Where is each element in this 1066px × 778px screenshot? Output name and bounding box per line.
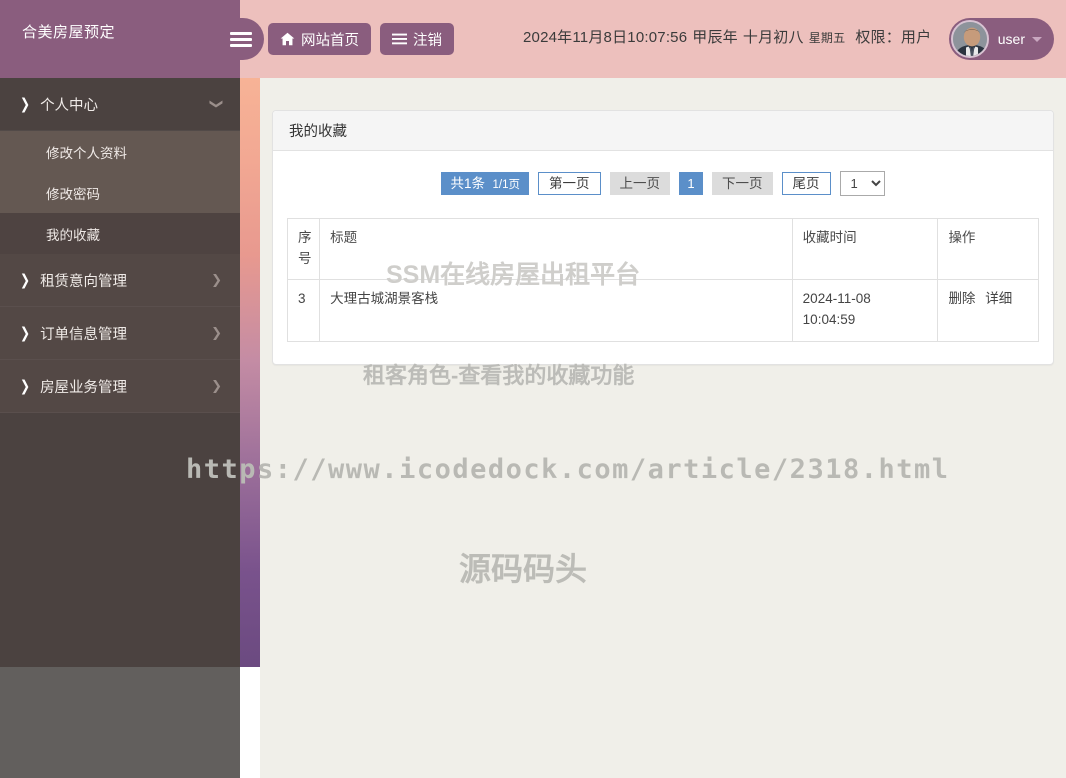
detail-link[interactable]: 详细 — [985, 291, 1012, 306]
home-icon — [280, 32, 295, 46]
column-header-actions: 操作 — [937, 218, 1039, 280]
logout-button[interactable]: 注销 — [380, 23, 454, 55]
first-page-button[interactable]: 第一页 — [538, 172, 601, 195]
sidebar-group-label: 租赁意向管理 — [40, 273, 128, 290]
app-root: ❯ 个人中心 ❯ 修改个人资料 修改密码 我的收藏 ❯ 租赁意向管理 ❯ ❯ 订… — [0, 0, 1066, 778]
sidebar-group-label: 个人中心 — [40, 97, 99, 114]
pagination-summary: 共1条 1/1页 — [441, 172, 530, 195]
user-name: user — [997, 31, 1025, 47]
table-row: 3 大理古城湖景客栈 2024-11-08 10:04:59 删除 详细 — [286, 278, 1039, 342]
logout-label: 注销 — [413, 32, 442, 49]
table-head: 序号 标题 收藏时间 操作 — [286, 218, 1039, 280]
chevron-right-icon: ❯ — [211, 325, 222, 340]
cell-title: 大理古城湖景客栈 — [319, 278, 793, 342]
pagination: 共1条 1/1页 第一页 上一页 1 下一页 尾页 1 — [287, 171, 1039, 196]
chevron-right-icon: ❯ — [20, 271, 31, 289]
column-header-index: 序号 — [286, 218, 321, 280]
table-header-row: 序号 标题 收藏时间 操作 — [286, 218, 1039, 280]
sidebar-group-house-business[interactable]: ❯ 房屋业务管理 ❯ — [0, 360, 240, 413]
avatar — [950, 20, 989, 58]
sidebar-item-change-password[interactable]: 修改密码 — [0, 172, 240, 213]
sidebar-toggle-icon[interactable] — [230, 28, 252, 50]
datetime-display: 2024年11月8日10:07:56 甲辰年 十月初八 星期五 权限：用户 — [523, 26, 931, 47]
weekday: 星期五 — [808, 31, 846, 45]
website-home-label: 网站首页 — [301, 32, 359, 49]
favorite-date: 2024-11-08 — [802, 290, 871, 306]
cell-time: 2024-11-08 10:04:59 — [791, 278, 939, 342]
sidebar-item-label: 修改个人资料 — [46, 145, 127, 161]
page-title: 我的收藏 — [289, 124, 347, 140]
favorites-table: 序号 标题 收藏时间 操作 3 大理古城湖景客栈 2024-11-08 10:0… — [286, 218, 1039, 342]
sidebar-gradient-strip — [240, 78, 260, 667]
chevron-right-icon: ❯ — [20, 95, 31, 113]
sidebar: ❯ 个人中心 ❯ 修改个人资料 修改密码 我的收藏 ❯ 租赁意向管理 ❯ ❯ 订… — [0, 78, 240, 667]
sidebar-submenu-personal-center: 修改个人资料 修改密码 我的收藏 — [0, 131, 240, 254]
favorites-card: 我的收藏 共1条 1/1页 第一页 上一页 1 下一页 尾页 1 序号 标题 收… — [272, 110, 1054, 365]
datetime-full: 2024年11月8日10:07:56 — [523, 29, 688, 46]
column-header-time: 收藏时间 — [791, 218, 939, 280]
user-menu[interactable]: user — [948, 18, 1054, 60]
pagination-pages: 1/1页 — [492, 179, 521, 191]
lunar-date: 十月初八 — [742, 29, 804, 46]
chevron-right-icon: ❯ — [20, 324, 31, 342]
column-header-title: 标题 — [319, 218, 793, 280]
sidebar-group-personal-center[interactable]: ❯ 个人中心 ❯ — [0, 78, 240, 131]
sidebar-group-rental-intent[interactable]: ❯ 租赁意向管理 ❯ — [0, 254, 240, 307]
last-page-button[interactable]: 尾页 — [781, 172, 831, 195]
sidebar-lower-background — [0, 667, 240, 778]
role-label: 权限： — [855, 29, 901, 46]
prev-page-button[interactable]: 上一页 — [609, 172, 671, 195]
top-header: 合美房屋预定 网站首页 注销 2024年11月8日10:07:56 甲辰年 十月… — [0, 0, 1066, 78]
current-page-number[interactable]: 1 — [679, 172, 704, 195]
chevron-right-icon: ❯ — [20, 377, 31, 395]
sidebar-item-label: 修改密码 — [46, 186, 100, 202]
sidebar-item-my-favorites[interactable]: 我的收藏 — [0, 213, 240, 254]
sidebar-item-edit-profile[interactable]: 修改个人资料 — [0, 131, 240, 172]
chevron-right-icon: ❯ — [211, 378, 222, 393]
cell-actions: 删除 详细 — [937, 278, 1039, 342]
sidebar-group-label: 房屋业务管理 — [40, 379, 128, 396]
list-icon — [392, 33, 407, 45]
chevron-right-icon: ❯ — [211, 272, 222, 287]
favorite-clock: 10:04:59 — [802, 311, 856, 327]
chevron-down-icon: ❯ — [209, 98, 225, 110]
role-value: 用户 — [900, 29, 932, 46]
table-body: 3 大理古城湖景客栈 2024-11-08 10:04:59 删除 详细 — [286, 278, 1039, 342]
card-body: 共1条 1/1页 第一页 上一页 1 下一页 尾页 1 序号 标题 收藏时间 操… — [273, 151, 1053, 364]
pagination-total: 共1条 — [450, 176, 485, 191]
card-title-bar: 我的收藏 — [273, 111, 1053, 151]
website-home-button[interactable]: 网站首页 — [268, 23, 371, 55]
next-page-button[interactable]: 下一页 — [712, 172, 773, 195]
delete-link[interactable]: 删除 — [948, 291, 975, 306]
ganzhi-year: 甲辰年 — [692, 29, 738, 46]
sidebar-item-label: 我的收藏 — [46, 227, 100, 243]
cell-index: 3 — [286, 278, 321, 342]
sidebar-group-order-info[interactable]: ❯ 订单信息管理 ❯ — [0, 307, 240, 360]
app-title: 合美房屋预定 — [22, 24, 116, 41]
sidebar-group-label: 订单信息管理 — [40, 326, 128, 343]
page-size-select[interactable]: 1 — [839, 171, 885, 196]
chevron-down-icon — [1032, 36, 1042, 42]
